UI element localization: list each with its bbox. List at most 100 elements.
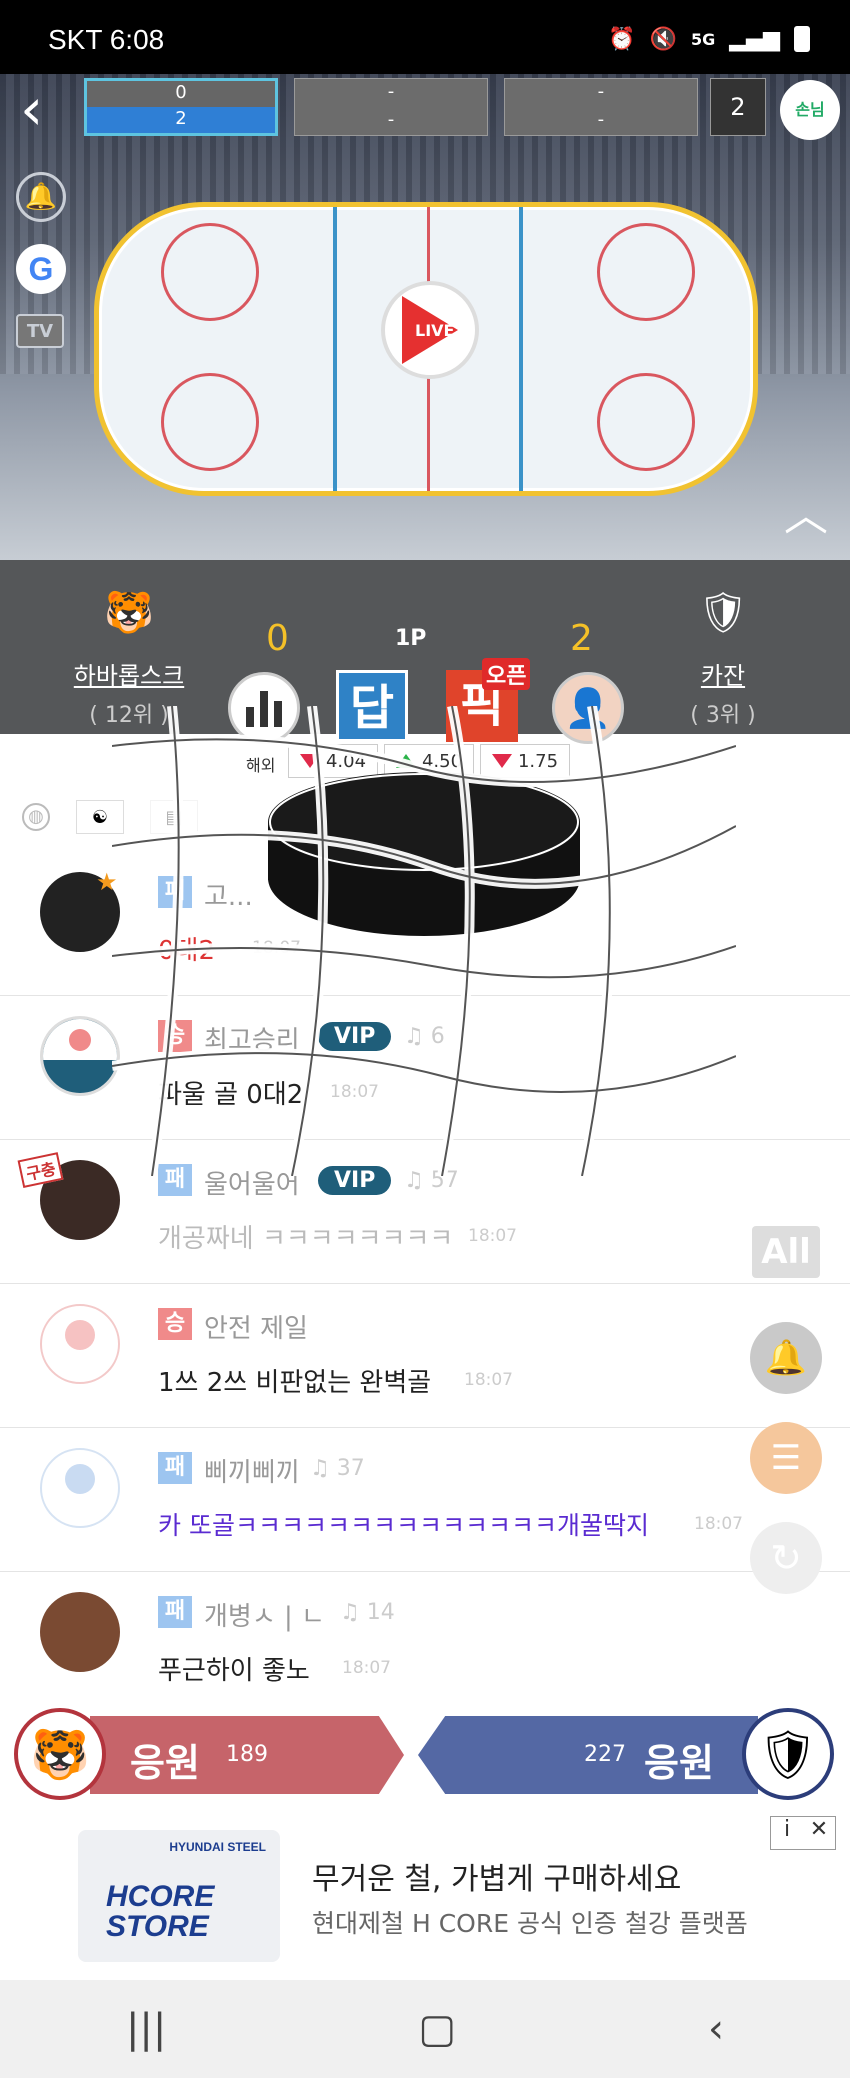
live-video-area[interactable]: ‹ 0 2 - - - - 2 손님 🔔 G TV LIVE ︿ bbox=[0, 74, 850, 560]
message-text: 카 또골ㅋㅋㅋㅋㅋㅋㅋㅋㅋㅋㅋㅋㅋㅋ개꿀딱지 bbox=[158, 1511, 649, 1540]
blue-line-left bbox=[333, 207, 337, 491]
message-time: 18:07 bbox=[468, 1226, 517, 1246]
away-cheer-button[interactable]: 227 응원 bbox=[418, 1716, 758, 1794]
back-nav-icon[interactable]: ‹ bbox=[708, 2006, 724, 2052]
ad-subtitle: 현대제철 H CORE 공식 인증 철강 플랫폼 bbox=[312, 1909, 748, 1938]
faceoff-circle bbox=[161, 223, 259, 321]
nickname[interactable]: 개병ㅅ | ㄴ bbox=[204, 1596, 325, 1633]
ad-logo: HCORE STORE bbox=[106, 1882, 214, 1942]
battery-icon bbox=[794, 26, 810, 52]
likes: ♫ 37 bbox=[310, 1456, 365, 1481]
likes-count: 14 bbox=[366, 1600, 395, 1625]
period-label: 1P bbox=[395, 626, 427, 651]
bell-icon: ♫ bbox=[310, 1456, 330, 1481]
ad-controls: i ✕ bbox=[770, 1816, 836, 1850]
total-score: 2 bbox=[709, 78, 767, 136]
result-badge: 패 bbox=[158, 1596, 192, 1628]
recent-apps-icon[interactable]: ||| bbox=[126, 2006, 166, 2052]
message-time: 18:07 bbox=[464, 1370, 513, 1390]
status-bar: SKT 6:08 ⏰ 🔇 5G ▂▄▆ bbox=[0, 0, 850, 74]
home-cheer-count: 189 bbox=[226, 1742, 268, 1767]
period-2-score: - - bbox=[294, 78, 488, 136]
ad-info-icon[interactable]: i bbox=[771, 1817, 803, 1849]
alarm-icon: ⏰ bbox=[608, 26, 636, 52]
away-cheer-count: 227 bbox=[584, 1742, 626, 1767]
ad-brand: HYUNDAI STEEL bbox=[169, 1840, 266, 1854]
avatar[interactable] bbox=[40, 1304, 120, 1384]
message-text: 개공짜네 ㅋㅋㅋㅋㅋㅋㅋㅋ bbox=[158, 1224, 454, 1254]
chat-message[interactable]: 패 개병ㅅ | ㄴ ♫ 14 푸근하이 좋노 18:07 bbox=[0, 1572, 850, 1716]
period-1-away: 2 bbox=[87, 107, 275, 133]
bell-icon: ♫ bbox=[340, 1600, 360, 1625]
list-icon[interactable]: ☰ bbox=[750, 1422, 822, 1494]
nickname[interactable]: 안전 제일 bbox=[204, 1308, 308, 1345]
period-2-home: - bbox=[387, 81, 395, 102]
period-1-home: 0 bbox=[87, 81, 275, 107]
message-time: 18:07 bbox=[342, 1658, 391, 1678]
home-cheer-button[interactable]: 응원 189 bbox=[90, 1716, 404, 1794]
ad-close-icon[interactable]: ✕ bbox=[803, 1817, 835, 1849]
period-3-home: - bbox=[597, 81, 605, 102]
signal-icon: ▂▄▆ bbox=[729, 26, 780, 52]
network-label: 5G bbox=[690, 29, 716, 49]
result-badge: 승 bbox=[158, 1308, 192, 1340]
period-2-away: - bbox=[387, 109, 395, 130]
away-team-name: 카잔 bbox=[700, 662, 746, 690]
avatar[interactable] bbox=[40, 1016, 120, 1096]
message-time: 18:07 bbox=[694, 1514, 743, 1534]
status-icons: ⏰ 🔇 5G ▂▄▆ bbox=[608, 26, 810, 52]
likes-count: 37 bbox=[336, 1456, 365, 1481]
likes: ♫ 14 bbox=[340, 1600, 395, 1625]
result-badge: 패 bbox=[158, 1452, 192, 1484]
system-nav-bar: ||| ▢ ‹ bbox=[0, 1980, 850, 2078]
open-badge: 오픈 bbox=[482, 658, 531, 690]
tiger-logo-icon: 🐯 bbox=[104, 589, 154, 636]
status-time: SKT 6:08 bbox=[48, 24, 165, 55]
avatar[interactable] bbox=[40, 1448, 120, 1528]
guest-button[interactable]: 손님 bbox=[780, 80, 840, 140]
message-text: 1쓰 2쓰 비판없는 완벽골 bbox=[158, 1368, 432, 1398]
goal-net-puck-overlay bbox=[112, 706, 736, 1176]
period-1-score: 0 2 bbox=[84, 78, 278, 136]
chat-message[interactable]: 승 안전 제일 1쓰 2쓰 비판없는 완벽골 18:07 bbox=[0, 1284, 850, 1428]
floating-actions: All 🔔 ☰ ↻ bbox=[750, 1226, 822, 1622]
filter-all-button[interactable]: All bbox=[752, 1226, 820, 1278]
ad-title: 무거운 철, 가볍게 구매하세요 bbox=[312, 1862, 682, 1897]
ad-banner[interactable]: HYUNDAI STEEL HCORE STORE 무거운 철, 가볍게 구매하세… bbox=[0, 1810, 850, 1980]
faceoff-circle bbox=[597, 373, 695, 471]
collapse-chevron-icon[interactable]: ︿ bbox=[784, 494, 828, 538]
live-play-button[interactable]: LIVE bbox=[381, 281, 479, 379]
period-3-score: - - bbox=[503, 78, 698, 136]
bell-icon[interactable]: 🔔 bbox=[16, 172, 66, 222]
notification-bell-icon[interactable]: 🔔 bbox=[750, 1322, 822, 1394]
faceoff-circle bbox=[161, 373, 259, 471]
back-icon[interactable]: ‹ bbox=[20, 80, 43, 138]
chat-message[interactable]: 패 삐끼삐끼 ♫ 37 카 또골ㅋㅋㅋㅋㅋㅋㅋㅋㅋㅋㅋㅋㅋㅋ개꿀딱지 18:07 bbox=[0, 1428, 850, 1572]
home-score: 0 bbox=[266, 618, 289, 659]
avatar[interactable] bbox=[40, 1592, 120, 1672]
hockey-rink: LIVE bbox=[94, 202, 758, 496]
home-team-name: 하바롭스크 bbox=[73, 662, 185, 690]
live-label: LIVE bbox=[415, 320, 455, 340]
ad-image: HYUNDAI STEEL HCORE STORE bbox=[78, 1830, 280, 1962]
period-scoreboard: 0 2 - - - - 2 bbox=[84, 78, 767, 136]
mute-icon: 🔇 bbox=[649, 26, 677, 52]
ad-logo-line2: STORE bbox=[106, 1910, 209, 1943]
google-icon[interactable]: G bbox=[16, 244, 66, 294]
period-3-away: - bbox=[597, 109, 605, 130]
globe-icon[interactable]: ◍ bbox=[22, 803, 50, 831]
away-score: 2 bbox=[570, 618, 593, 659]
refresh-icon[interactable]: ↻ bbox=[750, 1522, 822, 1594]
tv-icon[interactable]: TV bbox=[16, 314, 64, 348]
away-team-logo-icon: 🛡 bbox=[742, 1708, 834, 1800]
nickname[interactable]: 삐끼삐끼 bbox=[204, 1452, 300, 1489]
home-team-logo-icon: 🐯 bbox=[14, 1708, 106, 1800]
ad-logo-line1: HCORE bbox=[106, 1880, 215, 1913]
faceoff-circle bbox=[597, 223, 695, 321]
home-icon[interactable]: ▢ bbox=[418, 2006, 456, 2052]
leopard-logo-icon: 🛡 bbox=[697, 589, 749, 636]
message-text: 푸근하이 좋노 bbox=[158, 1656, 310, 1686]
blue-line-right bbox=[519, 207, 523, 491]
home-cheer-label: 응원 bbox=[130, 1741, 200, 1785]
away-cheer-label: 응원 bbox=[644, 1741, 714, 1785]
